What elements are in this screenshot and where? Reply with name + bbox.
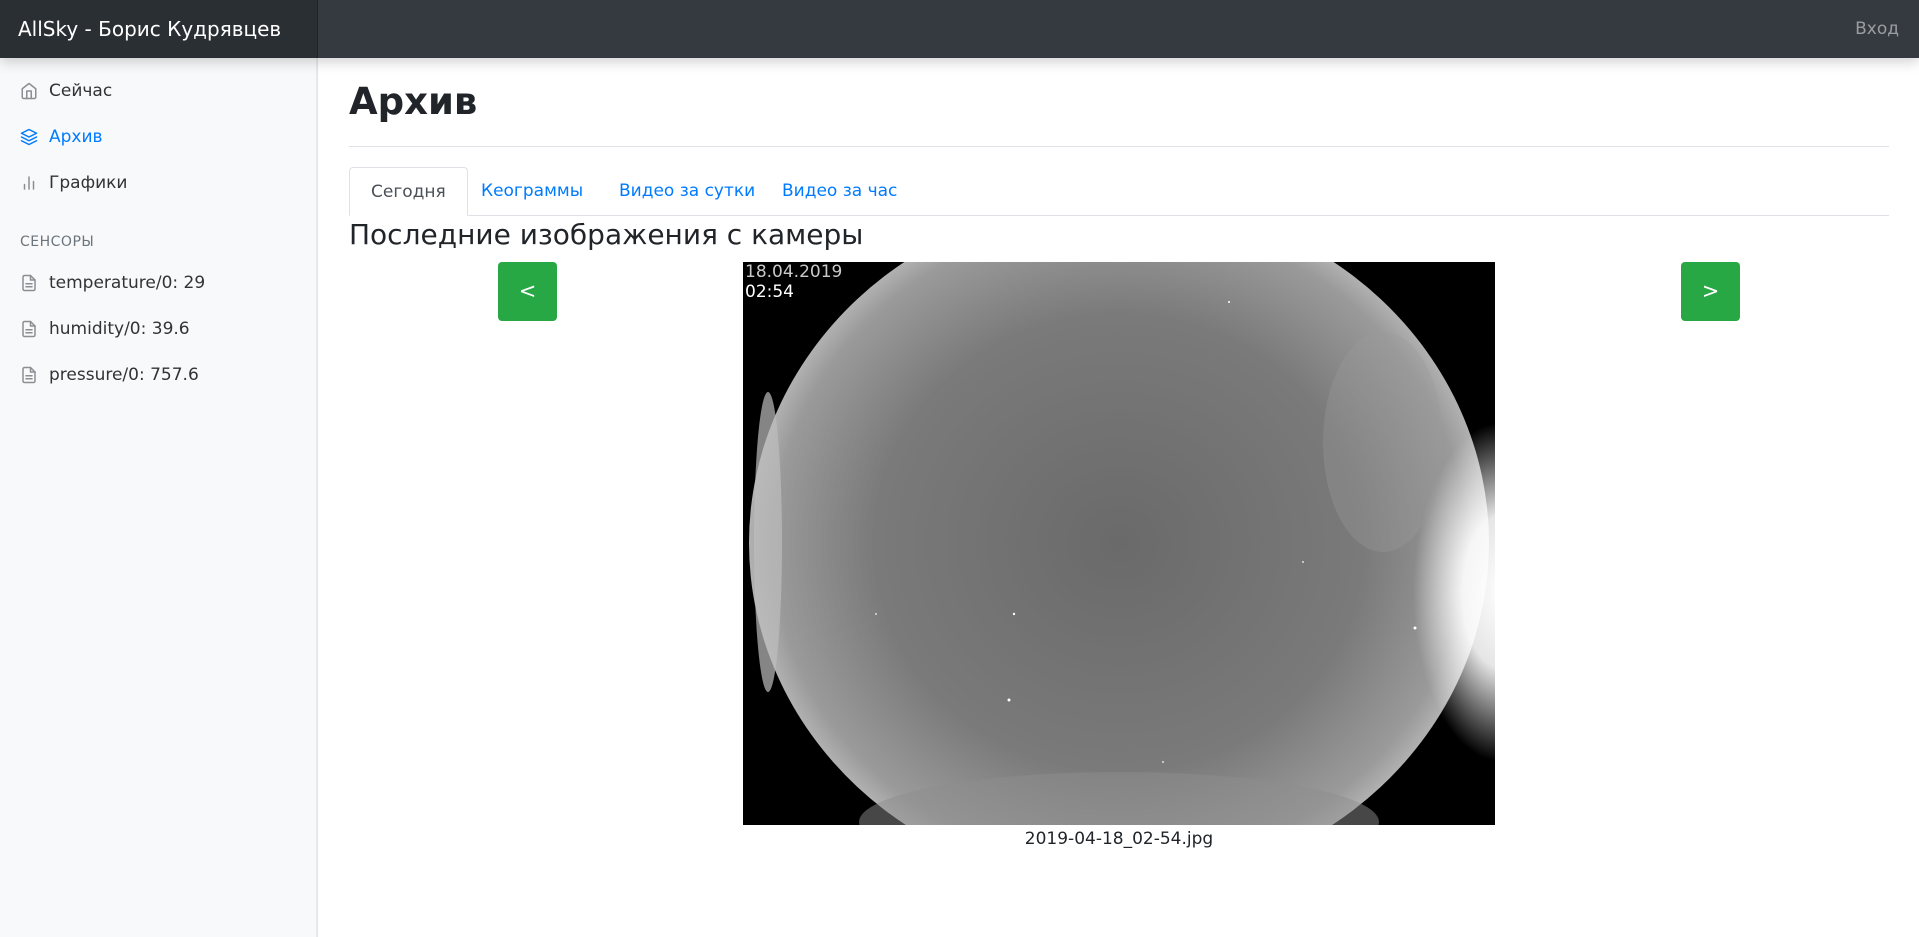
tab-keograms[interactable]: Кеограммы xyxy=(460,167,604,215)
layers-icon xyxy=(20,128,38,146)
bar-chart-icon xyxy=(20,174,38,192)
file-text-icon xyxy=(20,366,38,384)
sensors-heading: СЕНСОРЫ xyxy=(20,234,95,250)
page-title: Архив xyxy=(349,80,478,123)
main-content: Архив Сегодня Кеограммы Видео за сутки В… xyxy=(318,58,1919,937)
signin-link[interactable]: Вход xyxy=(1855,0,1899,58)
sidebar-item-charts[interactable]: Графики xyxy=(20,168,127,198)
sidebar-item-label: Архив xyxy=(49,127,103,147)
allsky-image xyxy=(743,262,1495,825)
sensor-label: temperature/0: 29 xyxy=(49,273,206,293)
home-icon xyxy=(20,82,38,100)
next-image-button[interactable]: > xyxy=(1681,262,1740,321)
tab-today[interactable]: Сегодня xyxy=(349,167,468,216)
sidebar-item-now[interactable]: Сейчас xyxy=(20,76,112,106)
sidebar-item-archive[interactable]: Архив xyxy=(20,122,103,152)
sensor-label: pressure/0: 757.6 xyxy=(49,365,199,385)
sensor-label: humidity/0: 39.6 xyxy=(49,319,190,339)
image-date-stamp: 18.04.2019 xyxy=(745,262,843,282)
sidebar-item-label: Графики xyxy=(49,173,128,193)
brand-title[interactable]: AllSky - Борис Кудрявцев xyxy=(0,0,318,58)
tab-video-day[interactable]: Видео за сутки xyxy=(598,167,776,215)
sidebar-item-label: Сейчас xyxy=(49,81,113,101)
section-title: Последние изображения с камеры xyxy=(349,218,864,251)
file-text-icon xyxy=(20,274,38,292)
sensor-item-pressure[interactable]: pressure/0: 757.6 xyxy=(20,360,199,390)
top-navbar: AllSky - Борис Кудрявцев Вход xyxy=(0,0,1919,58)
file-text-icon xyxy=(20,320,38,338)
divider xyxy=(349,146,1889,147)
camera-image: 18.04.2019 02:54 xyxy=(743,262,1495,825)
prev-image-button[interactable]: < xyxy=(498,262,557,321)
sidebar: Сейчас Архив Графики СЕНСОРЫ temperature… xyxy=(0,58,318,937)
sensor-item-humidity[interactable]: humidity/0: 39.6 xyxy=(20,314,190,344)
tab-video-hour[interactable]: Видео за час xyxy=(761,167,918,215)
image-filename: 2019-04-18_02-54.jpg xyxy=(1024,829,1214,849)
tab-bar: Сегодня Кеограммы Видео за сутки Видео з… xyxy=(349,167,1889,216)
image-time-stamp: 02:54 xyxy=(745,282,794,302)
sensor-item-temperature[interactable]: temperature/0: 29 xyxy=(20,268,205,298)
